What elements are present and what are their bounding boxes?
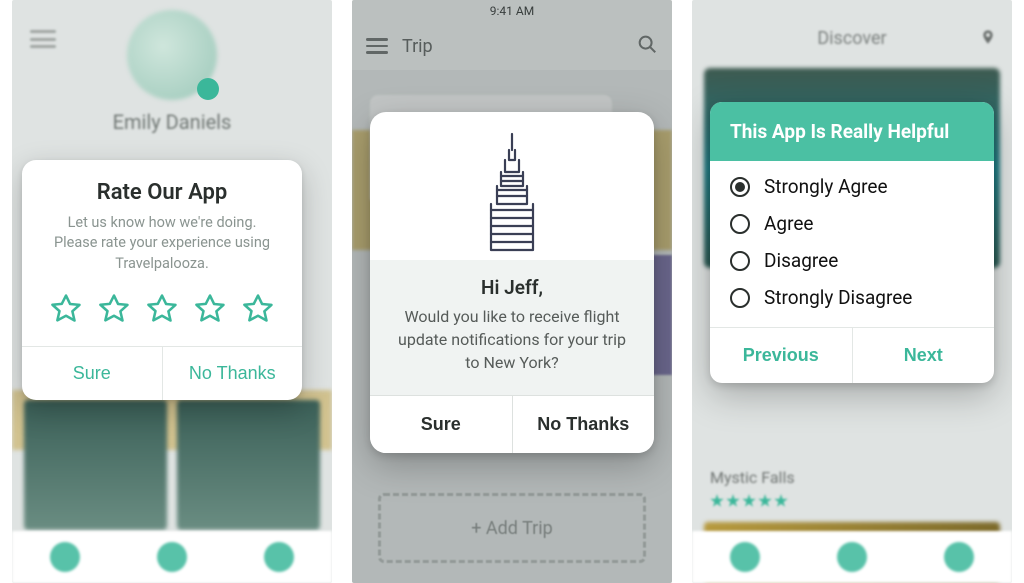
nav-icon [730, 542, 760, 572]
survey-dialog: This App Is Really Helpful Strongly Agre… [710, 102, 994, 383]
survey-option-label: Agree [764, 212, 813, 235]
survey-option-label: Strongly Agree [764, 175, 888, 198]
survey-option-label: Strongly Disagree [764, 286, 912, 309]
bottom-nav [692, 531, 1012, 583]
nav-icon [264, 542, 294, 572]
star-icon[interactable] [241, 292, 275, 326]
phone-survey: Discover Mystic Falls This App Is Really… [692, 0, 1012, 583]
dialog-button-row: Sure No Thanks [370, 395, 654, 453]
dialog-title: This App Is Really Helpful [710, 102, 994, 161]
dialog-body-wrap: Hi Jeff, Would you like to receive fligh… [370, 260, 654, 395]
survey-option[interactable]: Disagree [730, 249, 974, 272]
radio-icon [730, 177, 750, 197]
map-pin-icon [980, 26, 996, 48]
dialog-body: Would you like to receive flight update … [390, 305, 634, 375]
nav-icon [837, 542, 867, 572]
hamburger-icon [30, 30, 56, 48]
bottom-nav [12, 531, 332, 583]
star-icon[interactable] [193, 292, 227, 326]
bg-caption: Mystic Falls [710, 468, 795, 487]
dialog-greeting: Hi Jeff, [390, 276, 634, 299]
dialog-body: Let us know how we're doing. Please rate… [22, 213, 302, 288]
radio-icon [730, 251, 750, 271]
dismiss-button[interactable]: No Thanks [162, 347, 303, 400]
star-icon[interactable] [145, 292, 179, 326]
confirm-button[interactable]: Sure [22, 347, 162, 400]
survey-option[interactable]: Strongly Agree [730, 175, 974, 198]
nav-icon [50, 542, 80, 572]
survey-option[interactable]: Agree [730, 212, 974, 235]
empire-state-icon [370, 112, 654, 260]
dialog-button-row: Sure No Thanks [22, 346, 302, 400]
bg-star-rating [710, 494, 788, 508]
bg-user-name: Emily Daniels [12, 110, 332, 134]
survey-option[interactable]: Strongly Disagree [730, 286, 974, 309]
previous-button[interactable]: Previous [710, 328, 852, 383]
dialog-button-row: Previous Next [710, 327, 994, 383]
radio-icon [730, 214, 750, 234]
phone-notification-prompt: 9:41 AM Trip + Add Trip [352, 0, 672, 583]
bg-page-title: Discover [692, 28, 1012, 49]
dismiss-button[interactable]: No Thanks [512, 396, 655, 453]
status-dot [197, 78, 219, 100]
star-icon[interactable] [97, 292, 131, 326]
dialog-title: Rate Our App [22, 160, 302, 213]
radio-icon [730, 288, 750, 308]
rate-app-dialog: Rate Our App Let us know how we're doing… [22, 160, 302, 400]
star-rating[interactable] [22, 288, 302, 346]
next-button[interactable]: Next [852, 328, 995, 383]
survey-options: Strongly Agree Agree Disagree Strongly Disa… [710, 161, 994, 327]
bg-thumbnails [24, 400, 320, 530]
phone-rate-app: Emily Daniels Rate Our App Let us know h… [12, 0, 332, 583]
survey-option-label: Disagree [764, 249, 838, 272]
nav-icon [157, 542, 187, 572]
star-icon[interactable] [49, 292, 83, 326]
nav-icon [944, 542, 974, 572]
confirm-button[interactable]: Sure [370, 396, 512, 453]
notification-dialog: Hi Jeff, Would you like to receive fligh… [370, 112, 654, 453]
